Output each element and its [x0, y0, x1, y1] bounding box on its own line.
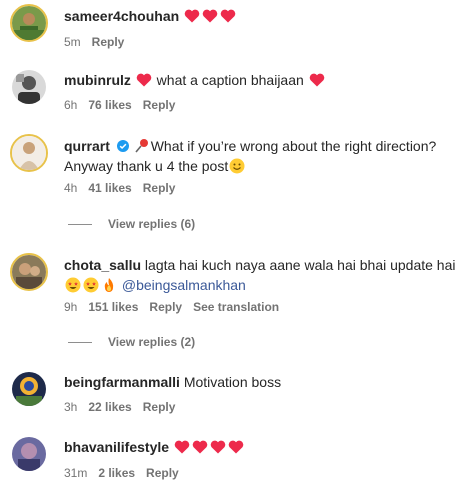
reply-button[interactable]: Reply: [92, 35, 125, 49]
like-count[interactable]: 151 likes: [88, 300, 138, 314]
heart-icon: [220, 9, 236, 23]
view-replies-button[interactable]: View replies (2): [68, 334, 195, 350]
verified-badge-icon: [116, 137, 129, 152]
comment-text: Motivation boss: [183, 374, 282, 390]
divider: [68, 224, 92, 226]
smiling-face-icon: [229, 158, 245, 174]
comment-username[interactable]: bhavanilifestyle: [64, 439, 169, 455]
comment-text-line1: What if you’re wrong about the right dir…: [150, 138, 437, 154]
reply-button[interactable]: Reply: [149, 300, 182, 314]
view-replies-button[interactable]: View replies (6): [68, 216, 195, 232]
comment-text-line2: Anyway thank u 4 the post: [64, 158, 229, 174]
heart-icon: [202, 9, 218, 23]
comment-username[interactable]: sameer4chouhan: [64, 8, 179, 24]
avatar[interactable]: [12, 372, 46, 406]
avatar[interactable]: [10, 134, 48, 172]
star-struck-icon: [83, 277, 99, 293]
heart-icon: [174, 440, 190, 454]
comment-time: 9h: [64, 300, 78, 314]
comment-username[interactable]: chota_sallu: [64, 257, 141, 273]
reply-button[interactable]: Reply: [143, 98, 176, 112]
comment-time: 3h: [64, 400, 78, 414]
heart-icon: [192, 440, 208, 454]
heart-icon: [136, 73, 152, 87]
see-translation-button[interactable]: See translation: [193, 300, 279, 314]
comment-username[interactable]: mubinrulz: [64, 72, 131, 88]
star-struck-icon: [65, 277, 81, 293]
heart-icon: [228, 440, 244, 454]
comment-username[interactable]: qurrart: [64, 138, 110, 154]
like-count[interactable]: 76 likes: [88, 98, 131, 112]
avatar[interactable]: [10, 4, 48, 42]
heart-icon: [309, 73, 325, 87]
heart-icon: [184, 9, 200, 23]
mention-link[interactable]: @beingsalmankhan: [122, 277, 246, 293]
avatar[interactable]: [12, 70, 46, 104]
reply-button[interactable]: Reply: [143, 181, 176, 195]
like-count[interactable]: 41 likes: [88, 181, 131, 195]
reply-button[interactable]: Reply: [143, 400, 176, 414]
pushpin-icon: [134, 138, 150, 154]
like-count[interactable]: 2 likes: [98, 466, 135, 480]
reply-button[interactable]: Reply: [146, 466, 179, 480]
comment-time: 5m: [64, 35, 81, 49]
comment-time: 6h: [64, 98, 78, 112]
comment-username[interactable]: beingfarmanmalli: [64, 374, 180, 390]
avatar[interactable]: [12, 437, 46, 471]
comment-text: what a caption bhaijaan: [156, 72, 304, 88]
heart-icon: [210, 440, 226, 454]
fire-icon: [101, 277, 117, 293]
comment-time: 4h: [64, 181, 78, 195]
like-count[interactable]: 22 likes: [88, 400, 131, 414]
comment-text-line1: lagta hai kuch naya aane wala hai bhai u…: [144, 257, 456, 273]
avatar[interactable]: [10, 253, 48, 291]
comment-time: 31m: [64, 466, 88, 480]
divider: [68, 342, 92, 344]
